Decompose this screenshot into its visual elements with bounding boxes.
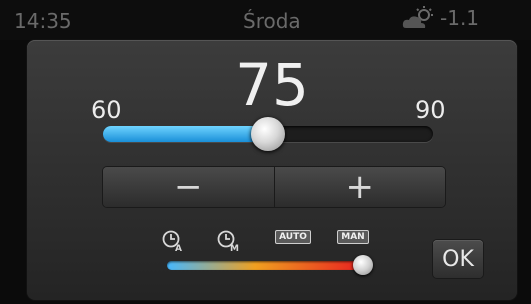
cloud-sun-icon: [402, 6, 433, 28]
svg-text:A: A: [175, 244, 182, 252]
slider-max-label: 90: [415, 96, 446, 124]
slider-min-label: 60: [91, 96, 122, 124]
mode-slider[interactable]: [167, 255, 373, 275]
slider-fill: [103, 126, 268, 142]
svg-text:M: M: [230, 244, 239, 252]
slider-knob[interactable]: [251, 117, 285, 151]
status-time: 14:35: [14, 9, 72, 33]
mode-auto[interactable]: AUTO: [275, 230, 311, 244]
status-temperature: -1.1: [440, 6, 480, 30]
auto-label: AUTO: [275, 230, 311, 244]
status-bar: 14:35 Środa -1.1: [0, 0, 531, 40]
decrement-button[interactable]: −: [103, 167, 275, 207]
setpoint-slider[interactable]: [103, 117, 433, 151]
stepper: − +: [103, 167, 445, 207]
thermostat-dialog: 75 60 90 − + A M AUTO MAN OK: [27, 40, 517, 300]
mode-clock-a[interactable]: A: [159, 230, 187, 252]
clock-a-icon: A: [162, 230, 182, 252]
increment-button[interactable]: +: [274, 167, 445, 207]
clock-m-icon: M: [217, 230, 239, 252]
status-day: Środa: [243, 9, 301, 33]
ok-button[interactable]: OK: [433, 240, 483, 278]
mode-slider-knob[interactable]: [353, 255, 373, 275]
man-label: MAN: [337, 230, 369, 244]
status-weather: -1.1: [402, 6, 479, 30]
mode-man[interactable]: MAN: [335, 230, 371, 244]
mode-clock-m[interactable]: M: [215, 230, 243, 252]
